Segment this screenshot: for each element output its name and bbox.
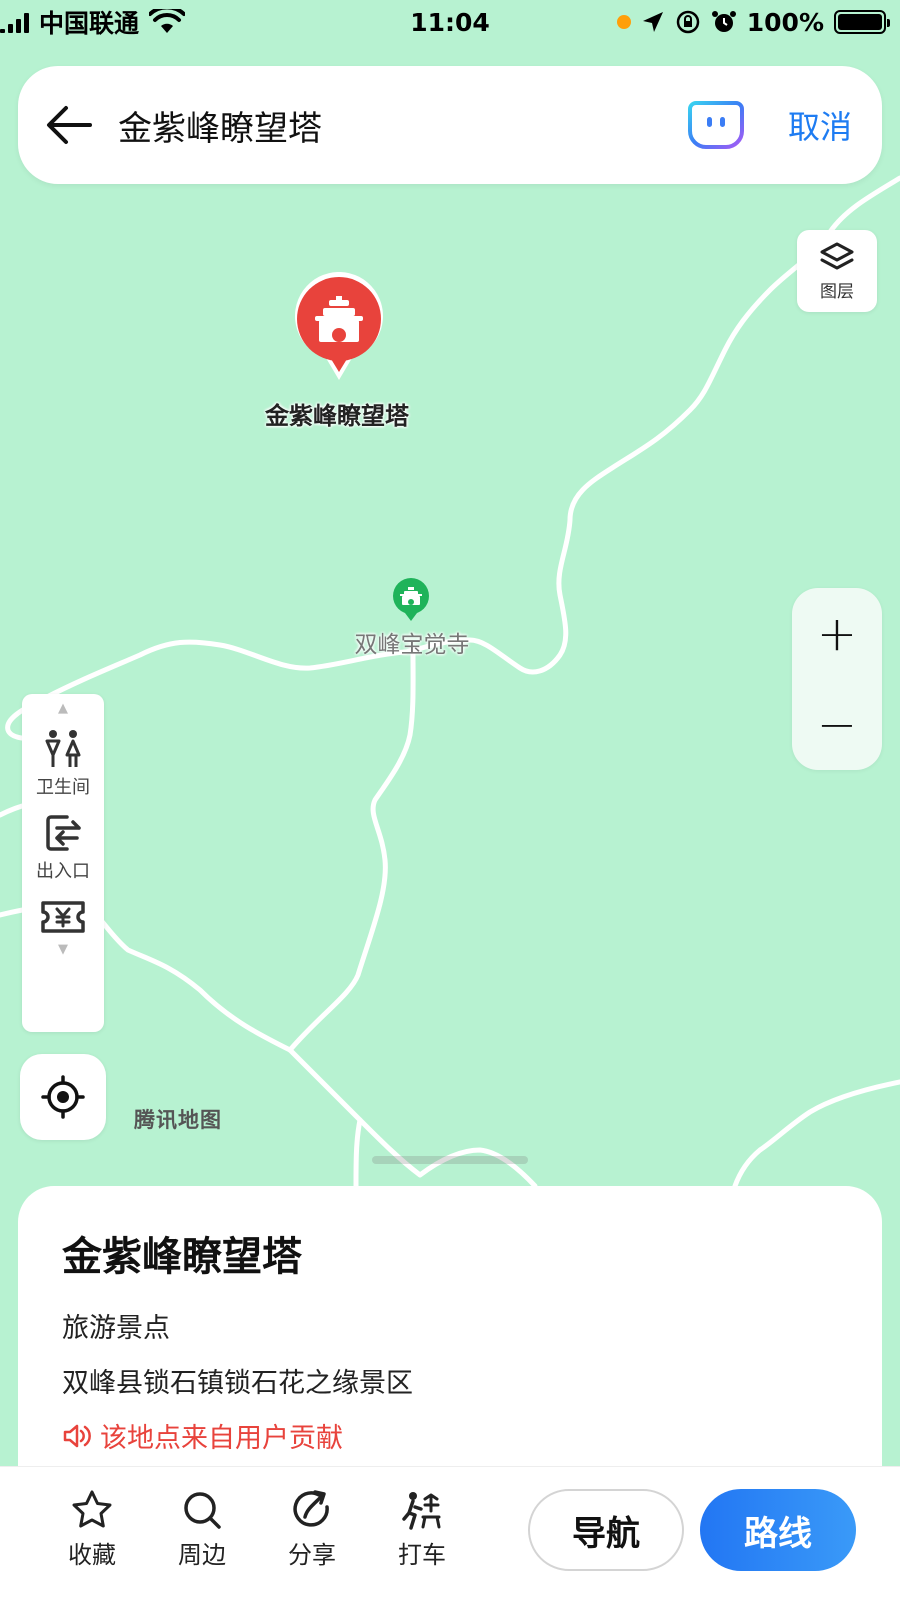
- place-category: 旅游景点: [62, 1313, 170, 1344]
- back-arrow-icon[interactable]: [46, 102, 92, 148]
- layers-button[interactable]: 图层: [797, 230, 877, 312]
- star-icon: [72, 1490, 112, 1528]
- facility-entrance[interactable]: 出入口: [36, 813, 90, 883]
- facility-label: 卫生间: [36, 777, 90, 798]
- facility-panel: ▲ 卫生间 出入口 ▼: [22, 694, 104, 1032]
- locate-me-button[interactable]: [20, 1054, 106, 1140]
- zoom-in-button[interactable]: +: [817, 610, 857, 658]
- sheet-drag-handle[interactable]: [372, 1156, 528, 1164]
- taxi-icon: [402, 1492, 441, 1530]
- toolbar-label: 收藏: [68, 1541, 116, 1569]
- toolbar-label: 打车: [398, 1541, 446, 1569]
- restroom-icon: [45, 730, 81, 767]
- location-arrow-icon: [642, 12, 663, 32]
- toolbar-label: 周边: [178, 1541, 226, 1569]
- status-right: 100%: [616, 7, 890, 37]
- alarm-icon: [711, 11, 736, 32]
- voice-assistant-icon[interactable]: [687, 101, 744, 149]
- scroll-up-icon[interactable]: ▲: [58, 702, 68, 715]
- speaker-icon: [63, 1424, 91, 1447]
- nearby-button[interactable]: 周边: [162, 1489, 242, 1570]
- battery-icon: [834, 10, 890, 34]
- favorite-button[interactable]: 收藏: [52, 1489, 132, 1570]
- share-button[interactable]: 分享: [272, 1489, 352, 1570]
- layers-label: 图层: [820, 281, 854, 302]
- rotation-lock-icon: [676, 10, 700, 34]
- poi-label-main[interactable]: 金紫峰瞭望塔: [232, 396, 442, 431]
- pagoda-marker-icon: [295, 271, 383, 380]
- entrance-icon: [46, 815, 81, 851]
- search-input[interactable]: 金紫峰瞭望塔: [118, 101, 688, 150]
- crosshair-icon: [41, 1075, 85, 1119]
- facility-restroom[interactable]: 卫生间: [36, 729, 90, 799]
- taxi-button[interactable]: 打车: [382, 1489, 462, 1570]
- wifi-icon: [149, 9, 186, 33]
- status-bar: 中国联通 11:04 100%: [0, 0, 900, 44]
- carrier-name: 中国联通: [39, 9, 140, 38]
- facility-ticket[interactable]: [40, 897, 86, 937]
- poi-marker-temple[interactable]: [391, 577, 431, 623]
- bottom-toolbar: 收藏 周边 分享 打车 导航 路线: [0, 1466, 900, 1600]
- ticket-icon: [41, 901, 85, 933]
- user-contribution-note[interactable]: 该地点来自用户贡献: [62, 1416, 838, 1455]
- navigate-button[interactable]: 导航: [528, 1489, 684, 1571]
- search-bar: 金紫峰瞭望塔 取消: [18, 66, 882, 184]
- cellular-signal-icon: [0, 11, 29, 33]
- road-6: [353, 1117, 363, 1189]
- toolbar-label: 分享: [288, 1541, 336, 1569]
- temple-marker-icon: [393, 578, 429, 621]
- road-3: [287, 649, 416, 1053]
- place-address: 双峰县锁石镇锁石花之缘景区: [62, 1368, 413, 1399]
- facility-label: 出入口: [36, 861, 90, 882]
- map-brand-logo: 腾讯地图: [134, 1108, 222, 1132]
- poi-label-temple[interactable]: 双峰宝觉寺: [332, 625, 492, 659]
- road-4: [287, 1047, 538, 1189]
- note-text: 该地点来自用户贡献: [100, 1423, 343, 1454]
- zoom-control: + −: [792, 588, 882, 770]
- route-button[interactable]: 路线: [700, 1489, 856, 1571]
- search-icon: [184, 1492, 221, 1529]
- cancel-button[interactable]: 取消: [788, 102, 852, 148]
- zoom-out-button[interactable]: −: [817, 701, 857, 749]
- road-8: [732, 1079, 900, 1189]
- share-icon: [293, 1490, 329, 1527]
- battery-percent: 100%: [746, 7, 824, 37]
- privacy-indicator-icon: [616, 15, 631, 29]
- layers-icon: [820, 242, 854, 269]
- status-left: 中国联通: [0, 4, 186, 40]
- poi-marker-main[interactable]: [292, 271, 386, 384]
- scroll-down-icon[interactable]: ▼: [58, 943, 68, 956]
- place-name: 金紫峰瞭望塔: [62, 1234, 302, 1280]
